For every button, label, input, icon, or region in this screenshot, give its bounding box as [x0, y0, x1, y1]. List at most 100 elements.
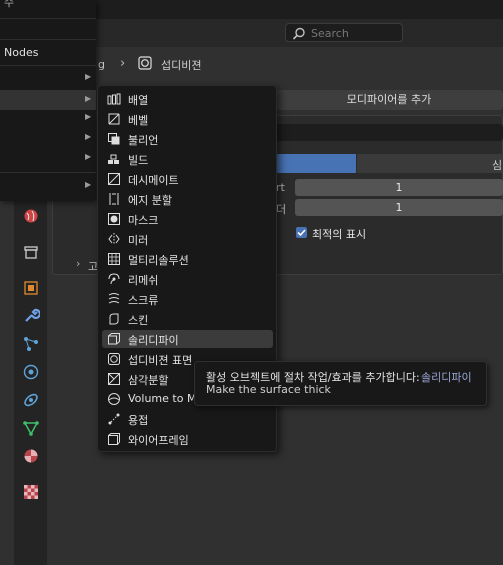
- submenu-item-label: 섭디비젼 표면: [128, 354, 193, 367]
- submenu-item-label: 리메쉬: [128, 274, 159, 287]
- submenu-item-array[interactable]: 배열: [102, 90, 273, 108]
- submenu-item-skin[interactable]: 스킨: [102, 310, 273, 328]
- texture-tab-icon[interactable]: [22, 483, 40, 501]
- submenu-item-label: 에지 분할: [128, 194, 172, 207]
- boolean-icon: [108, 133, 120, 145]
- decimate-icon: [108, 173, 120, 185]
- world-tab-icon[interactable]: [22, 207, 40, 225]
- modifier-name-field[interactable]: [275, 124, 503, 141]
- row1-value-field[interactable]: 1: [295, 179, 503, 196]
- collection-tab-icon[interactable]: [22, 243, 40, 261]
- mask-icon: [108, 213, 120, 225]
- tooltip-detail: Make the surface thick: [206, 383, 331, 396]
- add-modifier-button[interactable]: 모디파이어를 추가: [275, 90, 503, 110]
- submenu-item-edge-split[interactable]: 에지 분할: [102, 190, 273, 208]
- submenu-arrow-icon: ▶: [85, 180, 92, 189]
- menu-item-label: Nodes: [4, 46, 39, 59]
- submenu-arrow-icon: ▶: [85, 72, 92, 81]
- solidify-icon: [108, 333, 120, 345]
- menu-divider: [0, 39, 96, 40]
- submenu-item-label: 스크류: [128, 294, 159, 307]
- submenu-arrow-icon: ▶: [85, 132, 92, 141]
- material-tab-icon[interactable]: [22, 447, 40, 465]
- breadcrumb-chevron-icon: ›: [120, 56, 126, 71]
- submenu-item-label: 빌드: [128, 154, 149, 167]
- screw-icon: [108, 293, 120, 304]
- particles-tab-icon[interactable]: [22, 335, 40, 353]
- submenu-item-wireframe[interactable]: 와이어프레임: [102, 430, 273, 448]
- edge-split-icon: [109, 193, 119, 205]
- submenu-item-boolean[interactable]: 불리언: [102, 130, 273, 148]
- menu-item-nodes[interactable]: Nodes: [0, 43, 96, 63]
- weld-icon: [108, 413, 120, 425]
- segment-right-label: 심: [492, 159, 503, 172]
- submenu-arrow-icon: ▶: [85, 94, 92, 103]
- menu-item[interactable]: ▶: [0, 108, 96, 128]
- array-icon: [107, 93, 121, 105]
- submenu-item-build[interactable]: 빌드: [102, 150, 273, 168]
- submenu-item-screw[interactable]: 스크류: [102, 290, 273, 308]
- optimal-display-checkbox[interactable]: [296, 227, 307, 238]
- menu-item[interactable]: ▶: [0, 148, 96, 168]
- submenu-item-label: Volume to M: [128, 392, 197, 405]
- submenu-item-remesh[interactable]: 리메쉬: [102, 270, 273, 288]
- bevel-icon: [108, 113, 120, 125]
- optimal-display-label: 최적의 표시: [312, 228, 367, 241]
- submenu-item-weld[interactable]: 용접: [102, 410, 273, 428]
- breadcrumb-label: 섭디비젼: [161, 59, 202, 72]
- menu-divider: [0, 172, 96, 173]
- submenu-item-multires[interactable]: 멀티리솔루션: [102, 250, 273, 268]
- row1-label: rt: [276, 181, 285, 194]
- build-icon: [108, 154, 119, 164]
- data-tab-icon[interactable]: [22, 419, 40, 437]
- submenu-item-label: 불리언: [128, 134, 159, 147]
- tooltip-operator-name: 솔리디파이: [421, 371, 472, 384]
- menu-divider: [0, 18, 96, 19]
- submenu-item-mask[interactable]: 마스크: [102, 210, 273, 228]
- triangulate-icon: [108, 373, 120, 385]
- submenu-item-label: 배열: [128, 94, 149, 107]
- menu-item[interactable]: ▶: [0, 68, 96, 88]
- modifier-tab-icon[interactable]: [22, 307, 40, 325]
- submenu-arrow-icon: ▶: [85, 112, 92, 121]
- submenu-arrow-icon: ▶: [85, 152, 92, 161]
- search-icon: [292, 27, 305, 40]
- search-input[interactable]: Search: [285, 23, 403, 42]
- submenu-item-label: 스킨: [128, 314, 149, 327]
- parent-menu: 수 Nodes ▶ ▶ ▶ ▶ ▶ ▶: [0, 0, 96, 201]
- row2-label: 더: [276, 203, 287, 216]
- subdivision-modifier-icon: [138, 56, 152, 70]
- wireframe-icon: [108, 433, 120, 445]
- multires-icon: [108, 253, 120, 265]
- subdivision-icon: [108, 353, 120, 365]
- parent-menu-partial-text: 수: [4, 0, 15, 9]
- submenu-item-label: 데시메이트: [128, 174, 179, 187]
- submenu-item-bevel[interactable]: 베벨: [102, 110, 273, 128]
- constraints-tab-icon[interactable]: [22, 391, 40, 409]
- volume-to-mesh-icon: [108, 393, 120, 405]
- levels-segment-inactive[interactable]: [357, 154, 503, 173]
- submenu-item-decimate[interactable]: 데시메이트: [102, 170, 273, 188]
- submenu-item-label: 와이어프레임: [128, 434, 189, 447]
- physics-tab-icon[interactable]: [22, 363, 40, 381]
- submenu-item-label: 마스크: [128, 214, 159, 227]
- submenu-item-label: 베벨: [128, 114, 149, 127]
- submenu-item-label: 솔리디파이: [128, 334, 179, 347]
- submenu-item-label: 미러: [128, 234, 149, 247]
- menu-divider: [0, 65, 96, 66]
- skin-icon: [109, 313, 119, 325]
- row2-value-field[interactable]: 1: [295, 199, 503, 216]
- checkmark-icon: [297, 229, 306, 237]
- object-tab-icon[interactable]: [22, 279, 40, 297]
- menu-item-active[interactable]: ▶: [0, 90, 96, 110]
- submenu-item-label: 멀티리솔루션: [128, 254, 189, 267]
- submenu-item-label: 용접: [128, 414, 149, 427]
- levels-segment-active[interactable]: [273, 154, 356, 173]
- submenu-item-solidify[interactable]: 솔리디파이: [102, 330, 273, 348]
- mirror-icon: [108, 233, 120, 245]
- menu-item[interactable]: ▶: [0, 128, 96, 148]
- breadcrumb-partial: g: [98, 58, 105, 71]
- submenu-item-mirror[interactable]: 미러: [102, 230, 273, 248]
- menu-item[interactable]: ▶: [0, 176, 96, 196]
- subpanel-chevron-icon[interactable]: ›: [76, 257, 80, 270]
